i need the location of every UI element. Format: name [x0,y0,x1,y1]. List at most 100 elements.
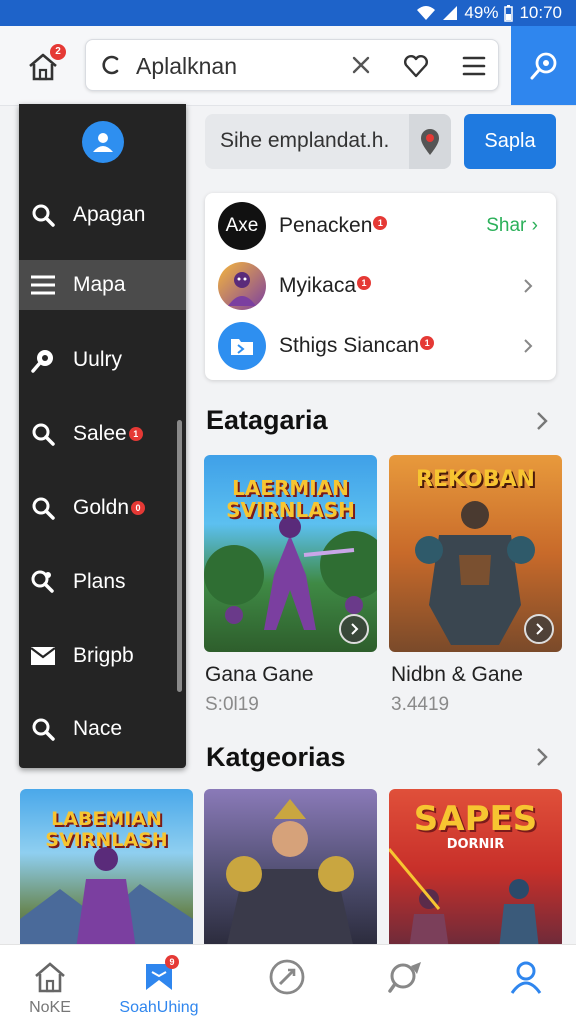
game-art-title: LAERMIAN SVIRNLASH [226,476,355,522]
drawer-item-label: Mapa [73,273,126,296]
menu-icon[interactable] [462,54,486,78]
nav-searching[interactable]: 9 SoahUhing [109,945,209,1024]
drawer-item-nace[interactable]: Nace [19,704,186,754]
close-icon[interactable] [348,52,374,78]
game-tile[interactable] [204,789,377,949]
tag-icon [385,957,425,997]
game-subtitle: S:0l19 [205,694,259,715]
battery-icon [504,4,514,22]
game-subtitle: 3.4419 [391,694,450,715]
drawer-item-goldn[interactable]: Goldn 0 [19,483,186,533]
list-item-label: Sthigs Siancan [279,334,420,357]
sapla-button[interactable]: Sapla [464,114,556,169]
drawer-item-label: Salee [73,422,127,445]
nav-tags[interactable] [355,945,455,1024]
home-badge: 2 [50,44,66,60]
secondary-search-field[interactable]: Sihe emplandat.h. [205,114,451,169]
reload-icon[interactable] [98,52,124,78]
drawer-item-badge: 0 [131,501,146,515]
bookmark-chat-icon: 9 [139,955,179,997]
chevron-right-icon [351,623,359,635]
game-avatar-icon [218,262,266,310]
drawer-item-brigpb[interactable]: Brigpb [19,631,186,681]
drawer-item-uulry[interactable]: Uulry [19,335,186,385]
drawer-item-badge: 1 [128,427,143,441]
secondary-search-text[interactable]: Sihe emplandat.h. [220,129,389,153]
game-art-title: SAPES [413,799,538,839]
game-art-title: REKOBAN [416,467,535,492]
list-item-badge: 1 [373,216,388,230]
game-title[interactable]: Nidbn & Gane [391,663,523,687]
avatar[interactable] [82,121,124,163]
drawer-item-label: Brigpb [73,644,134,667]
compass-icon [267,957,307,997]
chevron-right-icon[interactable] [533,747,551,767]
battery-level: 49% [464,3,499,22]
search-icon [29,494,57,522]
drawer-item-label: Goldn [73,496,130,519]
home-icon [30,957,70,997]
status-bar: 49% 10:70 [0,0,576,26]
drawer-item-label: Plans [73,570,126,593]
list-item[interactable]: Axe Penacken 1 Shar › [205,196,556,256]
nav-badge: 9 [165,955,179,969]
drawer-item-label: Nace [73,717,123,740]
game-title[interactable]: Gana Gane [205,663,314,687]
game-tile[interactable]: REKOBAN [389,455,562,652]
profile-icon [506,957,546,997]
chevron-right-icon[interactable] [533,411,551,431]
search-go-button[interactable] [511,26,576,105]
drawer-scrollbar[interactable] [177,420,182,692]
play-button[interactable] [339,614,369,644]
location-button[interactable] [409,114,451,169]
heart-icon[interactable] [402,52,430,80]
drawer-item-plans[interactable]: Plans [19,557,186,607]
list-card: Axe Penacken 1 Shar › Myikaca 1 Sthigs Sia… [205,193,556,380]
list-item[interactable]: Myikaca 1 [205,256,556,316]
section-title: Katgeorias [206,742,346,772]
nav-profile[interactable] [476,945,576,1024]
bottom-nav: NoKE 9 SoahUhing [0,944,576,1024]
location-pin-icon [421,128,439,155]
chevron-right-icon [536,623,544,635]
list-item-label: Penacken [279,214,373,237]
nav-explore[interactable] [237,945,337,1024]
search-icon [29,715,57,743]
nav-label: SoahUhing [119,999,199,1016]
user-group-icon [93,133,113,152]
search-icon [29,420,57,448]
clock: 10:70 [519,3,562,22]
nav-label: NoKE [29,999,71,1016]
game-art [226,799,354,949]
mail-icon [29,642,57,670]
drawer-item-apagan[interactable]: Apagan [19,190,186,240]
search-query[interactable]: Aplalknan [136,53,237,80]
list-item-label: Myikaca [279,274,357,297]
search-pin-icon [530,52,556,79]
drawer-item-label: Apagan [73,203,146,226]
game-art-subtitle: DORNIR [446,837,505,852]
drawer-item-label: Uulry [73,348,123,371]
search-bar[interactable]: Aplalknan [85,39,499,91]
home-button[interactable]: 2 [24,44,66,84]
game-tile[interactable]: LAERMIAN SVIRNLASH [204,455,377,652]
chevron-right-icon[interactable] [520,338,536,354]
chevron-right-icon: › [531,215,538,236]
drawer-item-mapa[interactable]: Mapa [19,260,186,310]
drawer-item-salee[interactable]: Salee 1 [19,409,186,459]
search-people-icon [29,568,57,596]
share-link[interactable]: Shar › [486,215,538,237]
nav-home[interactable]: NoKE [0,945,100,1024]
game-tile[interactable]: SAPES DORNIR [389,789,562,949]
top-bar: 2 Aplalknan [0,26,576,106]
list-item[interactable]: Sthigs Siancan 1 [205,316,556,376]
list-item-badge: 1 [357,276,372,290]
signal-icon [443,6,458,20]
navigation-drawer: Apagan Mapa Uulry Salee 1 Goldn 0 Plans Br… [19,104,186,768]
menu-icon [29,271,57,299]
axe-logo: Axe [218,202,266,250]
play-button[interactable] [524,614,554,644]
game-tile[interactable]: LABEMIAN SVIRNLASH [20,789,193,949]
chevron-right-icon[interactable] [520,278,536,294]
folder-icon [218,322,266,370]
